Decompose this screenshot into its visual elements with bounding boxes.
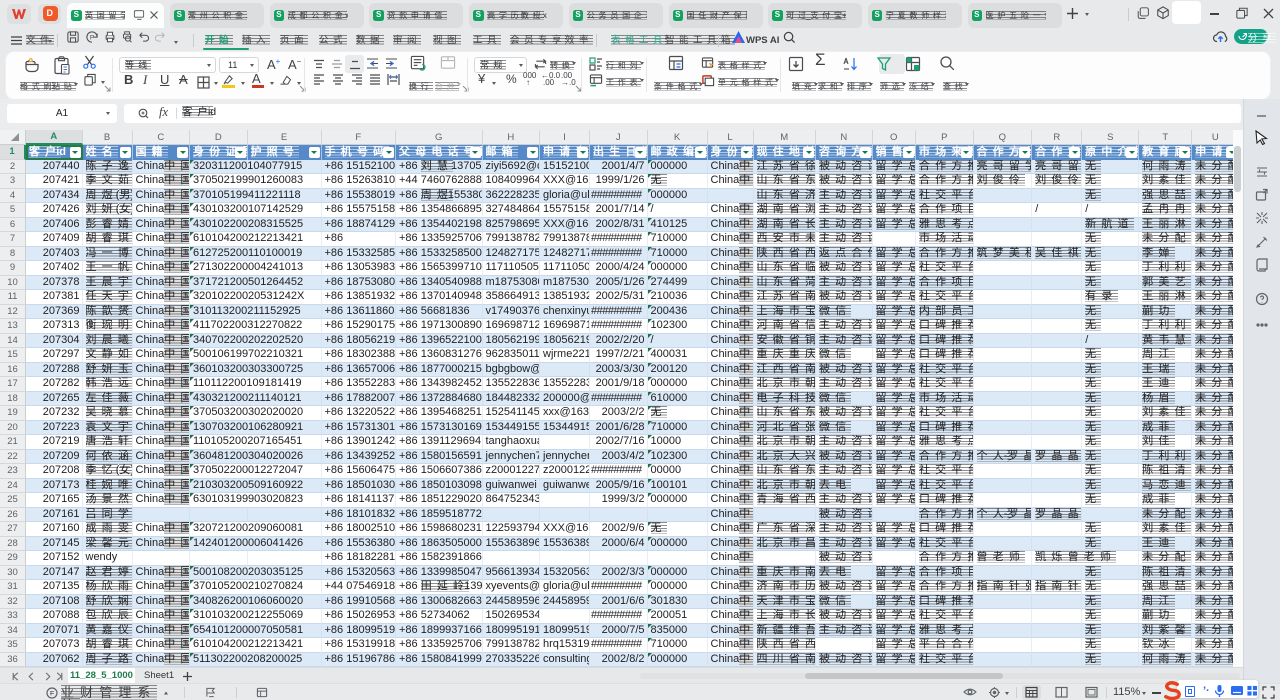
svg-text:P: P <box>90 35 95 42</box>
